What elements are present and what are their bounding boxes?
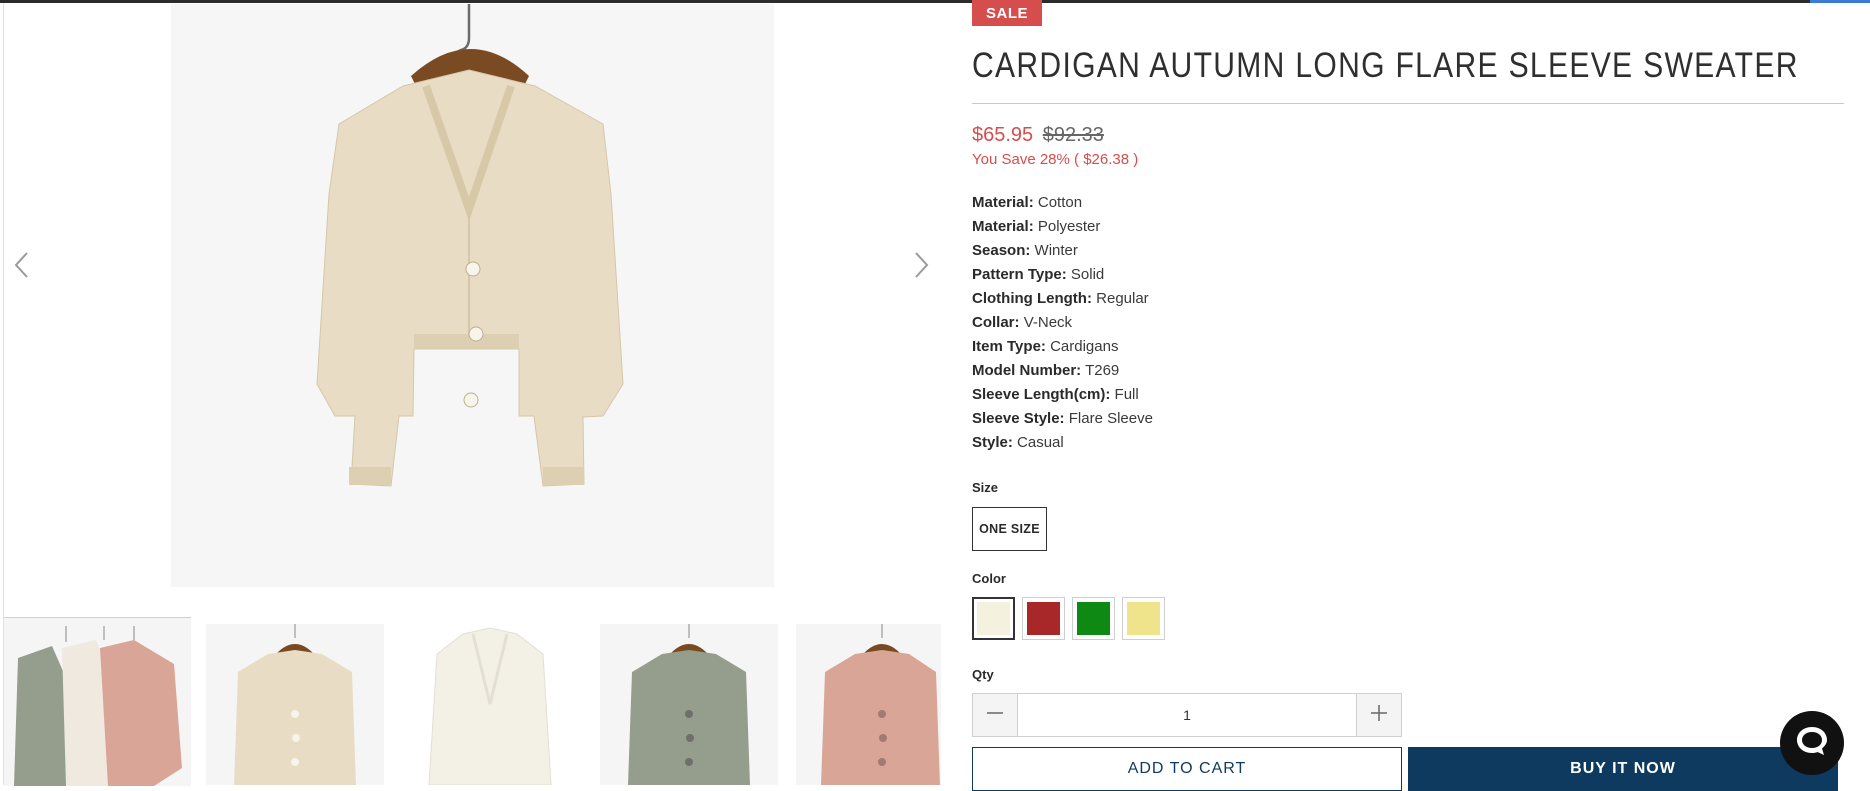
spec-label: Model Number: <box>972 362 1082 379</box>
spec-row: Item Type: Cardigans <box>972 335 1153 359</box>
spec-row: Model Number: T269 <box>972 359 1153 383</box>
spec-value: Regular <box>1096 290 1149 307</box>
quantity-input[interactable]: 1 <box>1018 694 1356 736</box>
thumbnail-2[interactable] <box>206 624 384 785</box>
prev-image-button[interactable] <box>7 248 35 286</box>
increase-qty-button[interactable] <box>1356 694 1401 736</box>
spec-value: Polyester <box>1037 218 1101 235</box>
color-swatch-yellow[interactable] <box>1122 597 1165 640</box>
spec-label: Clothing Length: <box>972 290 1092 307</box>
chevron-left-icon <box>13 251 29 284</box>
title-divider <box>972 103 1844 104</box>
swatch-fill <box>977 602 1010 635</box>
spec-label: Pattern Type: <box>972 266 1067 283</box>
spec-row: Sleeve Style: Flare Sleeve <box>972 407 1153 431</box>
size-option-one-size[interactable]: ONE SIZE <box>972 507 1047 551</box>
spec-row: Material: Polyester <box>972 215 1153 239</box>
spec-label: Style: <box>972 434 1013 451</box>
spec-label: Material: <box>972 218 1034 235</box>
thumbnail-4[interactable] <box>600 624 778 785</box>
spec-row: Season: Winter <box>972 239 1153 263</box>
spec-value: V-Neck <box>1023 314 1073 331</box>
product-specs: Material: Cotton Material: Polyester Sea… <box>972 191 1153 455</box>
chevron-right-icon <box>914 251 930 284</box>
spec-row: Sleeve Length(cm): Full <box>972 383 1153 407</box>
compare-at-price: $92.33 <box>1042 124 1104 146</box>
color-swatch-green[interactable] <box>1072 597 1115 640</box>
spec-value: Winter <box>1034 242 1078 259</box>
thumbnail-5[interactable] <box>796 624 941 785</box>
spec-value: T269 <box>1085 362 1120 379</box>
product-title: CARDIGAN AUTUMN LONG FLARE SLEEVE SWEATE… <box>972 46 1799 85</box>
spec-value: Cardigans <box>1050 338 1119 355</box>
spec-label: Collar: <box>972 314 1020 331</box>
spec-row: Style: Casual <box>972 431 1153 455</box>
chat-launcher-button[interactable] <box>1780 711 1844 775</box>
swatch-fill <box>1077 602 1110 635</box>
chat-bubble-icon <box>1792 721 1832 766</box>
spec-label: Item Type: <box>972 338 1046 355</box>
thumbnail-strip <box>4 617 941 786</box>
current-price: $65.95 <box>972 124 1034 146</box>
qty-label: Qty <box>972 667 994 682</box>
color-swatch-red[interactable] <box>1022 597 1065 640</box>
product-main-image[interactable] <box>171 4 774 587</box>
next-image-button[interactable] <box>908 248 936 286</box>
quantity-stepper: 1 <box>972 693 1402 737</box>
spec-value: Flare Sleeve <box>1068 410 1153 427</box>
color-swatch-cream[interactable] <box>972 597 1015 640</box>
thumbnail-3[interactable] <box>401 624 579 785</box>
spec-value: Cotton <box>1037 194 1083 211</box>
spec-row: Material: Cotton <box>972 191 1153 215</box>
top-bar <box>0 0 1870 3</box>
spec-row: Pattern Type: Solid <box>972 263 1153 287</box>
spec-row: Clothing Length: Regular <box>972 287 1153 311</box>
minus-icon <box>984 702 1006 729</box>
swatch-fill <box>1127 602 1160 635</box>
size-label: Size <box>972 480 999 495</box>
spec-label: Sleeve Style: <box>972 410 1065 427</box>
spec-label: Material: <box>972 194 1034 211</box>
color-label: Color <box>972 571 1006 586</box>
thumbnail-1[interactable] <box>4 617 191 786</box>
spec-value: Casual <box>1017 434 1064 451</box>
spec-row: Collar: V-Neck <box>972 311 1153 335</box>
spec-value: Solid <box>1070 266 1105 283</box>
plus-icon <box>1368 702 1390 729</box>
sale-badge: SALE <box>972 0 1042 26</box>
price-row: $65.95 $92.33 <box>972 124 1104 147</box>
top-bar-accent <box>1810 0 1870 3</box>
spec-value: Full <box>1114 386 1139 403</box>
savings-text: You Save 28% ( $26.38 ) <box>972 151 1139 168</box>
swatch-fill <box>1027 602 1060 635</box>
add-to-cart-button[interactable]: ADD TO CART <box>972 747 1402 791</box>
spec-label: Sleeve Length(cm): <box>972 386 1111 403</box>
buy-now-button[interactable]: BUY IT NOW <box>1408 747 1838 791</box>
decrease-qty-button[interactable] <box>973 694 1018 736</box>
spec-label: Season: <box>972 242 1031 259</box>
